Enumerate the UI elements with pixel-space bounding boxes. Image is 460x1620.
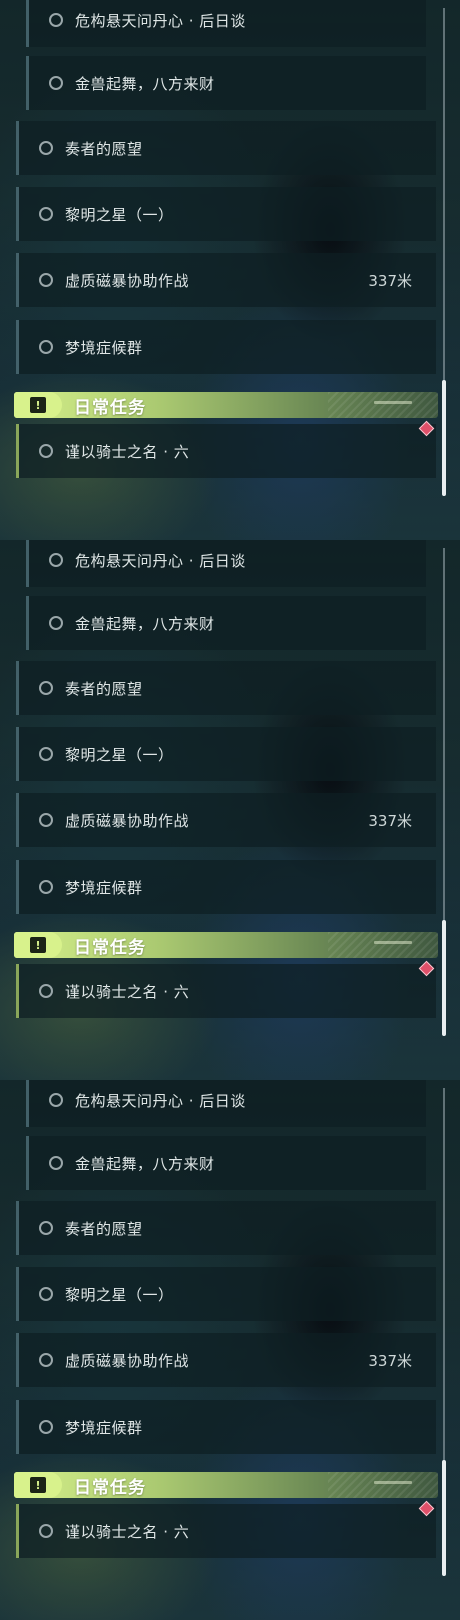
quest-label: 危构悬天问丹心 · 后日谈 [75,551,246,570]
quest-label: 危构悬天问丹心 · 后日谈 [75,11,246,30]
daily-quest-row[interactable]: 谨以骑士之名 · 六 [16,424,436,478]
header-stripes [328,1472,438,1498]
radio-circle-icon[interactable] [49,616,63,630]
radio-circle-icon[interactable] [39,681,53,695]
radio-circle-icon[interactable] [39,1420,53,1434]
radio-circle-icon[interactable] [39,747,53,761]
alert-square-icon: ! [30,1477,46,1493]
quest-label: 谨以骑士之名 · 六 [65,1522,190,1541]
alert-square-icon: ! [30,397,46,413]
daily-section-header[interactable]: ! 日常任务 [14,932,438,958]
quest-label: 虚质磁暴协助作战 [65,811,190,830]
quest-row-5[interactable]: 虚质磁暴协助作战 337米 [16,253,436,307]
header-stripes [328,932,438,958]
distance-label: 337米 [368,811,412,830]
radio-circle-icon[interactable] [39,273,53,287]
quest-row-5[interactable]: 虚质磁暴协助作战 337米 [16,793,436,847]
alert-square-icon: ! [30,937,46,953]
quest-label: 危构悬天问丹心 · 后日谈 [75,1091,246,1110]
radio-circle-icon[interactable] [49,13,63,27]
quest-row-1[interactable]: 危构悬天问丹心 · 后日谈 [26,1080,426,1127]
quest-row-3[interactable]: 奏者的愿望 [16,121,436,175]
quest-label: 金兽起舞，八方来财 [75,614,215,633]
daily-quest-row[interactable]: 谨以骑士之名 · 六 [16,1504,436,1558]
section-badge: ! [14,1472,62,1498]
quest-row-1[interactable]: 危构悬天问丹心 · 后日谈 [26,540,426,587]
quest-row-6[interactable]: 梦境症候群 [16,320,436,374]
scrollbar-thumb[interactable] [442,380,446,496]
radio-circle-icon[interactable] [39,880,53,894]
radio-circle-icon[interactable] [39,340,53,354]
section-title: 日常任务 [74,397,146,418]
quest-label: 虚质磁暴协助作战 [65,271,190,290]
quest-row-2[interactable]: 金兽起舞，八方来财 [26,56,426,110]
radio-circle-icon[interactable] [39,207,53,221]
quest-label: 谨以骑士之名 · 六 [65,982,190,1001]
radio-circle-icon[interactable] [39,813,53,827]
quest-panel-1: 危构悬天问丹心 · 后日谈 金兽起舞，八方来财 奏者的愿望 黎明之星（一） 虚质… [0,0,460,540]
radio-circle-icon[interactable] [39,1353,53,1367]
scrollbar-thumb[interactable] [442,1460,446,1576]
quest-row-5[interactable]: 虚质磁暴协助作战 337米 [16,1333,436,1387]
quest-row-4[interactable]: 黎明之星（一） [16,727,436,781]
section-title: 日常任务 [74,1477,146,1498]
daily-section-header[interactable]: ! 日常任务 [14,392,438,418]
quest-row-4[interactable]: 黎明之星（一） [16,1267,436,1321]
daily-quest-row[interactable]: 谨以骑士之名 · 六 [16,964,436,1018]
header-deco [374,401,412,404]
radio-circle-icon[interactable] [49,1156,63,1170]
daily-section-header[interactable]: ! 日常任务 [14,1472,438,1498]
quest-label: 黎明之星（一） [65,205,174,224]
quest-label: 梦境症候群 [65,1418,143,1437]
radio-circle-icon[interactable] [49,1093,63,1107]
quest-label: 谨以骑士之名 · 六 [65,442,190,461]
quest-row-2[interactable]: 金兽起舞，八方来财 [26,1136,426,1190]
radio-circle-icon[interactable] [39,1221,53,1235]
radio-circle-icon[interactable] [39,1287,53,1301]
quest-label: 黎明之星（一） [65,745,174,764]
header-deco [374,941,412,944]
quest-label: 奏者的愿望 [65,679,143,698]
quest-row-1[interactable]: 危构悬天问丹心 · 后日谈 [26,0,426,47]
distance-label: 337米 [368,271,412,290]
section-badge: ! [14,392,62,418]
quest-row-6[interactable]: 梦境症候群 [16,1400,436,1454]
quest-label: 奏者的愿望 [65,139,143,158]
radio-circle-icon[interactable] [39,1524,53,1538]
quest-label: 梦境症候群 [65,878,143,897]
quest-label: 金兽起舞，八方来财 [75,74,215,93]
quest-row-3[interactable]: 奏者的愿望 [16,661,436,715]
quest-row-4[interactable]: 黎明之星（一） [16,187,436,241]
scrollbar-thumb[interactable] [442,920,446,1036]
quest-label: 黎明之星（一） [65,1285,174,1304]
radio-circle-icon[interactable] [39,984,53,998]
header-deco [374,1481,412,1484]
radio-circle-icon[interactable] [39,141,53,155]
quest-label: 梦境症候群 [65,338,143,357]
quest-row-6[interactable]: 梦境症候群 [16,860,436,914]
distance-label: 337米 [368,1351,412,1370]
section-title: 日常任务 [74,937,146,958]
quest-label: 金兽起舞，八方来财 [75,1154,215,1173]
quest-label: 虚质磁暴协助作战 [65,1351,190,1370]
radio-circle-icon[interactable] [49,76,63,90]
radio-circle-icon[interactable] [39,444,53,458]
quest-panel-3: 危构悬天问丹心 · 后日谈 金兽起舞，八方来财 奏者的愿望 黎明之星（一） 虚质… [0,1080,460,1620]
quest-panel-2: 危构悬天问丹心 · 后日谈 金兽起舞，八方来财 奏者的愿望 黎明之星（一） 虚质… [0,540,460,1080]
radio-circle-icon[interactable] [49,553,63,567]
quest-label: 奏者的愿望 [65,1219,143,1238]
section-badge: ! [14,932,62,958]
quest-row-2[interactable]: 金兽起舞，八方来财 [26,596,426,650]
header-stripes [328,392,438,418]
quest-row-3[interactable]: 奏者的愿望 [16,1201,436,1255]
